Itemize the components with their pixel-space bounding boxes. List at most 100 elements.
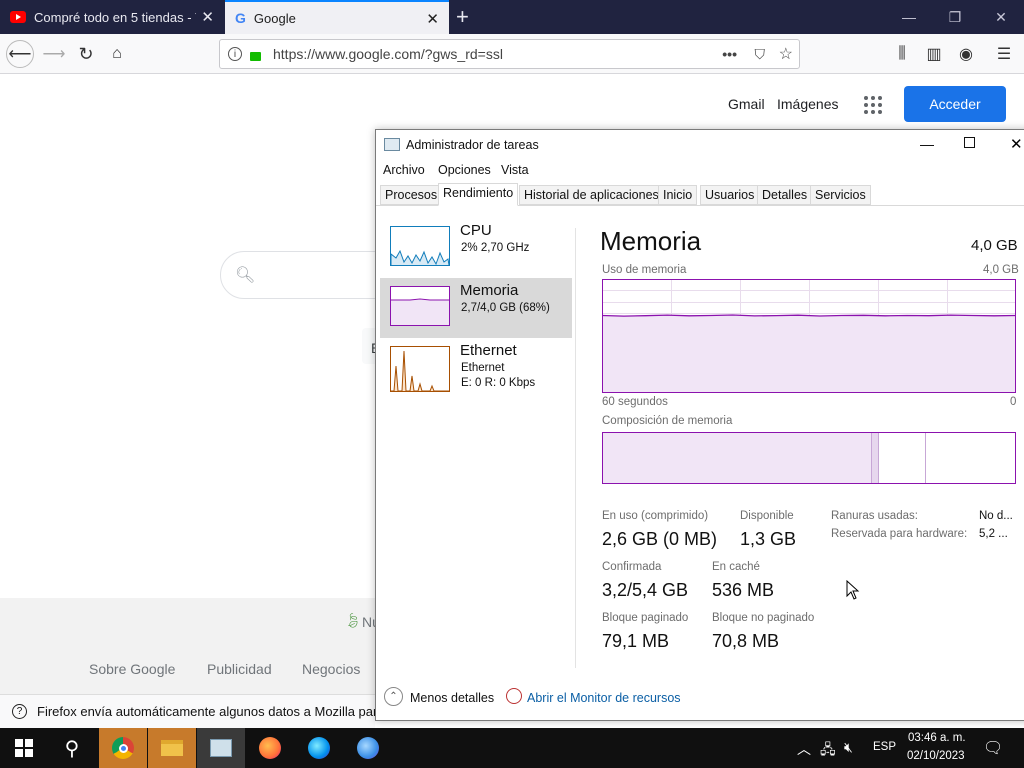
volume-muted-icon[interactable]: 🔇︎ [844, 739, 853, 756]
tab-services[interactable]: Servicios [810, 185, 871, 205]
sidebar-item-cpu[interactable]: CPU 2% 2,70 GHz [380, 218, 572, 278]
reload-icon[interactable]: ↻ [74, 42, 98, 66]
leaf-icon: 🍃︎ [344, 612, 362, 628]
chrome-icon[interactable] [99, 728, 147, 768]
action-center-icon[interactable]: 🗨︎ [983, 738, 1003, 758]
notification-bar: ? Firefox envía automáticamente algunos … [0, 694, 375, 728]
tab-google[interactable]: G Google ✕ [225, 0, 449, 34]
menu-file[interactable]: Archivo [383, 163, 425, 177]
forward-icon[interactable]: ⟶ [42, 42, 66, 66]
fewer-details-button[interactable]: Menos detalles [410, 691, 494, 705]
firefox-nightly-icon[interactable] [344, 728, 392, 768]
tab-performance[interactable]: Rendimiento [438, 183, 519, 206]
tab-details[interactable]: Detalles [757, 185, 813, 205]
page-actions-icon[interactable]: ••• [722, 46, 737, 62]
time-axis-left: 60 segundos [602, 396, 668, 408]
search-icon[interactable]: ⚲ [48, 728, 96, 768]
detail-heading: Memoria [600, 226, 702, 256]
composition-modified [871, 433, 879, 483]
maximize-icon[interactable] [964, 137, 975, 148]
network-icon[interactable]: 🖧︎ [820, 739, 836, 763]
menu-view[interactable]: Vista [501, 163, 529, 177]
taskbar: ⚲ ︿ 🖧︎ 🔇︎ ESP 03:46 a. m. 02/10/2023 🗨︎ [0, 728, 1024, 768]
tab-strip: Compré todo en 5 tiendas - Yo ✕ G Google… [0, 0, 1024, 34]
ethernet-label: Ethernet [460, 342, 517, 359]
signin-button[interactable]: Acceder [904, 86, 1006, 122]
memory-usage: 2,7/4,0 GB (68%) [461, 302, 550, 314]
about-link[interactable]: Sobre Google [89, 661, 175, 677]
close-tab-icon[interactable]: ✕ [426, 10, 439, 28]
task-manager-taskbar-icon[interactable] [197, 728, 245, 768]
gmail-link[interactable]: Gmail [728, 96, 765, 112]
mouse-cursor-icon [846, 580, 860, 600]
sidebar-icon[interactable]: ▥ [922, 42, 946, 66]
committed-value: 3,2/5,4 GB [602, 580, 689, 600]
show-hidden-icons-icon[interactable]: ︿ [797, 739, 811, 759]
sidebar-item-ethernet[interactable]: Ethernet Ethernet E: 0 R: 0 Kbps [380, 338, 572, 400]
images-link[interactable]: Imágenes [777, 96, 838, 112]
composition-standby-divider [925, 433, 926, 483]
usage-graph-max: 4,0 GB [983, 264, 1019, 276]
tab-processes[interactable]: Procesos [380, 185, 443, 205]
firefox-developer-icon[interactable] [295, 728, 343, 768]
pane-divider [575, 228, 576, 668]
paged-pool-label: Bloque paginado [602, 612, 689, 624]
slots-value: No d... [979, 510, 1013, 522]
info-icon[interactable]: i [228, 47, 242, 61]
detail-total: 4,0 GB [971, 237, 1018, 254]
tab-startup[interactable]: Inicio [658, 185, 698, 205]
task-manager-window: Administrador de tareas — ✕ Archivo Opci… [375, 129, 1024, 721]
menu-options[interactable]: Opciones [438, 163, 491, 177]
close-icon[interactable]: ✕ [1010, 135, 1023, 153]
paged-pool-value: 79,1 MB [602, 631, 670, 651]
minimize-icon[interactable]: — [920, 136, 934, 152]
bookmark-star-icon[interactable]: ☆ [779, 44, 793, 64]
library-icon[interactable]: ⫼ [890, 42, 914, 66]
restore-icon[interactable]: ❐ [932, 0, 978, 34]
ads-link[interactable]: Publicidad [207, 661, 272, 677]
memory-thumbnail [390, 286, 450, 326]
available-label: Disponible [740, 510, 794, 522]
resource-monitor-link[interactable]: Abrir el Monitor de recursos [527, 691, 681, 705]
firefox-icon[interactable] [246, 728, 294, 768]
apps-grid-icon[interactable] [864, 96, 882, 114]
in-use-value: 2,6 GB (0 MB) [602, 529, 718, 549]
pocket-icon[interactable]: ⛉ [755, 46, 766, 63]
close-window-icon[interactable]: ✕ [978, 0, 1024, 34]
file-explorer-icon[interactable] [148, 728, 196, 768]
slots-label: Ranuras usadas: [831, 510, 918, 522]
memory-usage-graph [602, 279, 1016, 393]
account-icon[interactable]: ◉ [954, 42, 978, 66]
clock-date[interactable]: 02/10/2023 [907, 750, 965, 762]
url-bar[interactable]: i https://www.google.com/?gws_rd=ssl •••… [219, 39, 800, 69]
window-title: Administrador de tareas [406, 138, 539, 152]
search-icon: 🔍︎ [235, 267, 256, 284]
close-tab-icon[interactable]: ✕ [201, 8, 214, 26]
input-language[interactable]: ESP [873, 741, 896, 753]
tab-youtube[interactable]: Compré todo en 5 tiendas - Yo ✕ [0, 0, 224, 34]
ethernet-thumbnail [390, 346, 450, 392]
cpu-label: CPU [460, 222, 492, 239]
ethernet-adapter: Ethernet [461, 362, 505, 374]
new-tab-button[interactable]: + [456, 4, 469, 30]
clock-time[interactable]: 03:46 a. m. [908, 732, 966, 744]
tab-title: Google [253, 10, 296, 26]
home-icon[interactable]: ⌂ [105, 42, 129, 66]
back-icon[interactable]: ⟵ [6, 40, 34, 68]
tab-app-history[interactable]: Historial de aplicaciones [519, 185, 664, 205]
notification-text: Firefox envía automáticamente algunos da… [37, 704, 375, 719]
windows-start-icon[interactable] [0, 728, 48, 768]
chevron-up-icon[interactable]: ⌃ [384, 687, 403, 706]
committed-label: Confirmada [602, 561, 662, 573]
ethernet-throughput: E: 0 R: 0 Kbps [461, 377, 536, 389]
sidebar-item-memory[interactable]: Memoria 2,7/4,0 GB (68%) [380, 278, 572, 338]
menu-icon[interactable]: ☰ [992, 42, 1016, 66]
tab-users[interactable]: Usuarios [700, 185, 760, 205]
lock-icon [250, 51, 261, 61]
business-link[interactable]: Negocios [302, 661, 360, 677]
url-text[interactable]: https://www.google.com/?gws_rd=ssl [273, 46, 503, 62]
cpu-usage: 2% 2,70 GHz [461, 242, 530, 254]
composition-label: Composición de memoria [602, 415, 733, 427]
google-icon: G [235, 10, 246, 26]
minimize-icon[interactable]: — [886, 0, 932, 34]
